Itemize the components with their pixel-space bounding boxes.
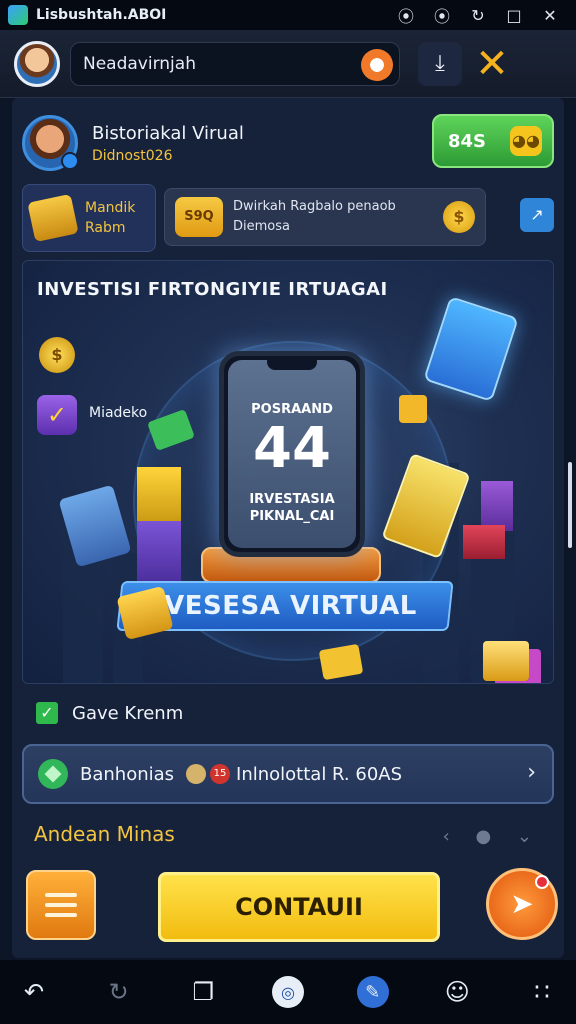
app-icon — [8, 5, 28, 25]
record-icon[interactable]: ⦿ — [388, 3, 424, 27]
purple-cube-icon — [137, 521, 181, 585]
quick-row: Mandik Rabm S9Q Dwirkah Ragbalo penaob D… — [22, 184, 554, 254]
info-bar[interactable]: Banhonias 15 Inlnolottal R. 60AS › — [22, 744, 554, 804]
balance-button[interactable]: 84S ◕◕ — [432, 114, 554, 168]
section-title: Andean Minas — [34, 822, 175, 846]
profile-id: Didnost026 — [92, 147, 173, 164]
phone-illustration: POSRAAND 44 IRVESTASIA PIKNAL_CAI — [219, 351, 365, 557]
mandik-line1: Mandik — [85, 200, 136, 216]
menu-list-button[interactable] — [26, 870, 96, 940]
screen-label: POSRAAND — [251, 402, 333, 417]
mandik-line2: Rabm — [85, 220, 126, 236]
promo-icon: S9Q — [175, 197, 223, 237]
purple-cube-icon — [481, 481, 513, 531]
balance-label: 84S — [448, 130, 487, 152]
side-label: Miadeko — [89, 405, 148, 421]
download-icon[interactable]: ⤓ — [418, 41, 462, 86]
phone-notch — [267, 360, 317, 370]
camera-icon[interactable]: ⦿ — [424, 3, 460, 27]
rotate-icon[interactable]: ↻ — [460, 6, 496, 25]
gift-box-icon — [483, 641, 529, 681]
scrollbar-thumb[interactable] — [568, 462, 572, 548]
target-icon[interactable]: ◎ — [271, 976, 304, 1008]
promo-card[interactable]: S9Q Dwirkah Ragbalo penaob Diemosa $ — [164, 188, 486, 246]
continue-button[interactable]: CONTAUII — [158, 872, 440, 942]
edit-icon[interactable]: ✎ — [356, 976, 389, 1008]
dollar-coin-icon: $ — [443, 201, 475, 233]
main-panel: Bistoriakal Virual Didnost026 84S ◕◕ Man… — [12, 98, 564, 958]
search-action-icon[interactable] — [361, 48, 393, 81]
dollar-coin-icon: $ — [39, 337, 75, 373]
hero-banner[interactable]: INVESTISI FIRTONGIYIE IRTUAGAI $ ✓ Miade… — [22, 260, 554, 684]
coin-icon — [399, 395, 427, 423]
coin-icon — [318, 643, 364, 681]
share-icon[interactable]: ↗ — [520, 198, 554, 232]
search-value: Neadavirnjah — [83, 53, 196, 74]
back-icon[interactable]: ↶ — [18, 976, 50, 1008]
send-icon: ➤ — [510, 887, 534, 920]
smile-icon: ◕◕ — [510, 126, 542, 156]
promo-line1: Dwirkah Ragbalo penaob — [233, 199, 396, 214]
checkbox-label: Gave Krenm — [72, 702, 184, 724]
window-close-icon[interactable]: ✕ — [532, 6, 568, 25]
profile-card: Bistoriakal Virual Didnost026 84S ◕◕ — [22, 106, 554, 180]
user-avatar[interactable] — [14, 40, 60, 87]
hero-title: INVESTISI FIRTONGIYIE IRTUAGAI — [37, 279, 388, 300]
check-shield-icon: ✓ — [37, 395, 77, 435]
maximize-icon[interactable]: □ — [496, 6, 532, 25]
top-header: Neadavirnjah ⤓ ✕ — [0, 30, 576, 98]
card-icon — [423, 296, 519, 402]
red-cube-icon — [463, 525, 505, 559]
diamond-icon — [38, 759, 68, 789]
chevron-right-icon[interactable]: › — [527, 760, 536, 785]
screen-sub-line1: IRVESTASIA — [249, 492, 335, 507]
verified-badge-icon — [61, 152, 79, 170]
search-field[interactable]: Neadavirnjah — [70, 41, 400, 86]
info-badge: 15 — [210, 764, 231, 784]
tabs-icon[interactable]: ❐ — [187, 976, 219, 1008]
profile-name: Bistoriakal Virual — [92, 122, 244, 144]
chat-icon[interactable]: ☺ — [441, 976, 473, 1008]
grid-icon[interactable]: ∷ — [526, 976, 558, 1008]
screen-sub-line2: PIKNAL_CAI — [249, 509, 335, 524]
close-icon[interactable]: ✕ — [470, 41, 514, 87]
window-title: Lisbushtah.ABOI — [36, 7, 167, 23]
mandik-card[interactable]: Mandik Rabm — [22, 184, 156, 252]
mini-avatar — [186, 764, 207, 784]
gold-cube-icon — [137, 467, 181, 523]
info-text-a: Banhonias — [80, 763, 175, 785]
profile-avatar[interactable] — [22, 115, 79, 171]
screen-number: 44 — [253, 416, 331, 481]
refresh-icon[interactable]: ↻ — [103, 976, 135, 1008]
window-title-bar: Lisbushtah.ABOI ⦿ ⦿ ↻ □ ✕ — [0, 0, 576, 30]
ribbon-text: IVESESA VIRTUAL — [153, 591, 417, 621]
bottom-nav-bar: ↶ ↻ ❐ ◎ ✎ ☺ ∷ — [0, 960, 576, 1024]
notification-dot — [535, 875, 549, 889]
checkbox-row[interactable]: ✓ Gave Krenm — [36, 702, 183, 724]
section-controls[interactable]: ‹ ● ⌄ — [443, 826, 542, 847]
phone-screen: POSRAAND 44 IRVESTASIA PIKNAL_CAI — [228, 360, 356, 548]
checkbox-checked-icon[interactable]: ✓ — [36, 702, 58, 724]
send-button[interactable]: ➤ — [486, 868, 558, 940]
coin-stack-icon — [27, 193, 79, 243]
promo-line2: Diemosa — [233, 219, 290, 234]
info-text-b: Inlnolottal R. 60AS — [236, 763, 403, 785]
